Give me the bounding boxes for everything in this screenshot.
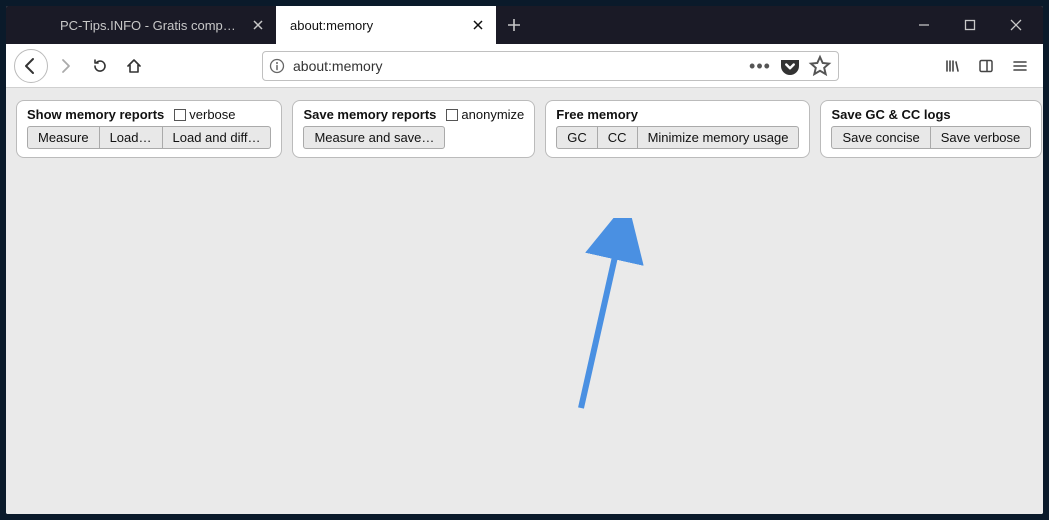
menu-icon[interactable] bbox=[1005, 51, 1035, 81]
tab-title: about:memory bbox=[290, 18, 462, 33]
checkbox-icon bbox=[446, 109, 458, 121]
checkbox-label: verbose bbox=[189, 107, 235, 122]
annotation-arrow-icon bbox=[546, 218, 656, 418]
minimize-memory-button[interactable]: Minimize memory usage bbox=[638, 126, 800, 149]
panel-title: Save GC & CC logs bbox=[831, 107, 950, 122]
back-button[interactable] bbox=[14, 49, 48, 83]
panel-show-memory-reports: Show memory reports verbose Measure Load… bbox=[16, 100, 282, 158]
measure-button[interactable]: Measure bbox=[27, 126, 100, 149]
url-input[interactable] bbox=[291, 57, 742, 75]
page-actions-icon[interactable]: ••• bbox=[748, 54, 772, 78]
save-concise-button[interactable]: Save concise bbox=[831, 126, 930, 149]
pocket-icon[interactable] bbox=[778, 54, 802, 78]
panel-title: Save memory reports bbox=[303, 107, 436, 122]
load-and-diff-button[interactable]: Load and diff… bbox=[163, 126, 272, 149]
info-icon[interactable] bbox=[269, 58, 285, 74]
verbose-checkbox[interactable]: verbose bbox=[174, 107, 235, 122]
maximize-button[interactable] bbox=[949, 10, 991, 40]
panel-save-memory-reports: Save memory reports anonymize Measure an… bbox=[292, 100, 535, 158]
anonymize-checkbox[interactable]: anonymize bbox=[446, 107, 524, 122]
checkbox-icon bbox=[174, 109, 186, 121]
panel-title: Free memory bbox=[556, 107, 638, 122]
gc-button[interactable]: GC bbox=[556, 126, 598, 149]
bookmark-star-icon[interactable] bbox=[808, 54, 832, 78]
navigation-toolbar: ••• bbox=[6, 44, 1043, 88]
minimize-button[interactable] bbox=[903, 10, 945, 40]
page-content: Show memory reports verbose Measure Load… bbox=[6, 88, 1043, 514]
home-button[interactable] bbox=[118, 50, 150, 82]
tab-strip-spacer bbox=[6, 6, 46, 44]
panel-save-gc-cc-logs: Save GC & CC logs Save concise Save verb… bbox=[820, 100, 1042, 158]
sidebar-icon[interactable] bbox=[971, 51, 1001, 81]
browser-window: PC-Tips.INFO - Gratis computer tips abou… bbox=[6, 6, 1043, 514]
toolbar-right bbox=[931, 51, 1035, 81]
close-window-button[interactable] bbox=[995, 10, 1037, 40]
library-icon[interactable] bbox=[937, 51, 967, 81]
tab-active[interactable]: about:memory bbox=[276, 6, 496, 44]
close-icon[interactable] bbox=[470, 17, 486, 33]
checkbox-label: anonymize bbox=[461, 107, 524, 122]
tab-strip: PC-Tips.INFO - Gratis computer tips abou… bbox=[6, 6, 1043, 44]
load-button[interactable]: Load… bbox=[100, 126, 163, 149]
cc-button[interactable]: CC bbox=[598, 126, 638, 149]
new-tab-button[interactable] bbox=[496, 6, 532, 44]
tab-inactive[interactable]: PC-Tips.INFO - Gratis computer tips bbox=[46, 6, 276, 44]
url-bar[interactable]: ••• bbox=[262, 51, 839, 81]
measure-and-save-button[interactable]: Measure and save… bbox=[303, 126, 445, 149]
tab-title: PC-Tips.INFO - Gratis computer tips bbox=[60, 18, 242, 33]
reload-button[interactable] bbox=[84, 50, 116, 82]
forward-button[interactable] bbox=[50, 50, 82, 82]
panel-free-memory: Free memory GC CC Minimize memory usage bbox=[545, 100, 810, 158]
save-verbose-button[interactable]: Save verbose bbox=[931, 126, 1032, 149]
close-icon[interactable] bbox=[250, 17, 266, 33]
window-controls bbox=[903, 6, 1043, 44]
panel-title: Show memory reports bbox=[27, 107, 164, 122]
